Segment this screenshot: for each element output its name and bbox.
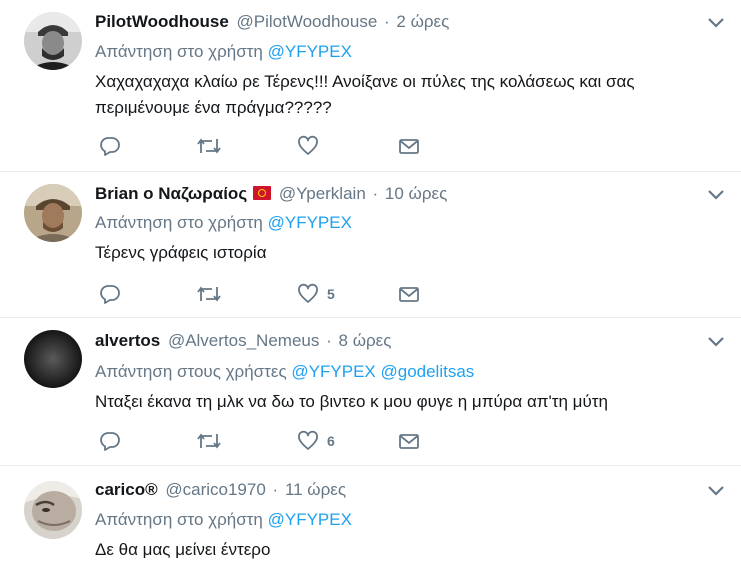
- chevron-down-icon[interactable]: [707, 17, 725, 29]
- reply-prefix: Απάντηση στους χρήστες: [95, 362, 287, 381]
- reply-icon: [100, 137, 120, 156]
- retweet-button[interactable]: [196, 429, 222, 453]
- tweet-header: PilotWoodhouse @PilotWoodhouse · 2 ώρες: [95, 12, 721, 32]
- tweet: alvertos @Alvertos_Nemeus · 8 ώρες Απάντ…: [0, 318, 741, 466]
- retweet-icon: [197, 138, 221, 154]
- direct-message-icon: [399, 434, 419, 449]
- retweet-icon: [197, 286, 221, 302]
- like-button[interactable]: 5: [297, 282, 335, 306]
- reply-icon: [100, 432, 120, 451]
- like-count: 6: [327, 433, 335, 449]
- separator-dot: ·: [326, 331, 332, 350]
- user-name[interactable]: carico®: [95, 480, 158, 499]
- tweet-text: Τέρενς γράφεις ιστορία: [95, 243, 267, 262]
- user-handle[interactable]: @Alvertos_Nemeus: [168, 331, 319, 350]
- reply-prefix: Απάντηση στο χρήστη: [95, 510, 263, 529]
- avatar[interactable]: [24, 330, 82, 388]
- like-button[interactable]: 6: [297, 429, 335, 453]
- direct-message-icon: [399, 287, 419, 302]
- retweet-button[interactable]: [196, 282, 222, 306]
- retweet-icon: [197, 433, 221, 449]
- retweet-button[interactable]: [196, 134, 222, 158]
- tweet-actions: [0, 134, 741, 158]
- tweet-text: Δε θα μας μείνει έντερο: [95, 540, 271, 559]
- timestamp[interactable]: 8 ώρες: [339, 331, 392, 350]
- timestamp[interactable]: 10 ώρες: [385, 184, 447, 203]
- like-icon: [298, 135, 318, 155]
- reply-context: Απάντηση στο χρήστη @YFYPEX: [95, 510, 721, 530]
- reply-context: Απάντηση στο χρήστη @YFYPEX: [95, 42, 721, 62]
- isle-of-man-flag-icon: [253, 186, 272, 200]
- reply-button[interactable]: [99, 429, 121, 453]
- tweet-actions: 5: [0, 282, 741, 306]
- direct-message-icon: [399, 139, 419, 154]
- mention-link[interactable]: @YFYPEX: [291, 362, 375, 381]
- tweet-header: alvertos @Alvertos_Nemeus · 8 ώρες: [95, 331, 721, 351]
- avatar[interactable]: [24, 481, 82, 539]
- reply-button[interactable]: [99, 282, 121, 306]
- chevron-down-icon[interactable]: [707, 336, 725, 348]
- mention-link[interactable]: @YFYPEX: [268, 213, 352, 232]
- like-button[interactable]: [297, 134, 327, 158]
- avatar[interactable]: [24, 184, 82, 242]
- reply-icon: [100, 285, 120, 304]
- tweet: PilotWoodhouse @PilotWoodhouse · 2 ώρες …: [0, 0, 741, 172]
- timestamp[interactable]: 11 ώρες: [285, 480, 346, 499]
- chevron-down-icon[interactable]: [707, 485, 725, 497]
- user-handle[interactable]: @PilotWoodhouse: [237, 12, 378, 31]
- chevron-down-icon[interactable]: [707, 189, 725, 201]
- timestamp[interactable]: 2 ώρες: [396, 12, 449, 31]
- tweet: Brian o Ναζωραίος @Yperklain · 10 ώρες Α…: [0, 172, 741, 318]
- like-icon: [298, 430, 318, 450]
- mention-link[interactable]: @godelitsas: [380, 362, 474, 381]
- separator-dot: ·: [272, 480, 279, 499]
- tweet-header: carico® @carico1970 · 11 ώρες: [95, 480, 721, 500]
- tweet-header: Brian o Ναζωραίος @Yperklain · 10 ώρες: [95, 184, 721, 204]
- reply-prefix: Απάντηση στο χρήστη: [95, 213, 263, 232]
- user-handle[interactable]: @carico1970: [165, 480, 265, 499]
- separator-dot: ·: [384, 12, 390, 31]
- direct-message-button[interactable]: [398, 429, 420, 453]
- separator-dot: ·: [372, 184, 379, 203]
- like-icon: [298, 283, 318, 303]
- user-name[interactable]: Brian o Ναζωραίος: [95, 184, 247, 203]
- reply-prefix: Απάντηση στο χρήστη: [95, 42, 263, 61]
- user-name[interactable]: alvertos: [95, 331, 160, 350]
- reply-button[interactable]: [99, 134, 121, 158]
- user-handle[interactable]: @Yperklain: [279, 184, 366, 203]
- user-name[interactable]: PilotWoodhouse: [95, 12, 229, 31]
- tweet-actions: 6: [0, 429, 741, 453]
- direct-message-button[interactable]: [398, 282, 420, 306]
- mention-link[interactable]: @YFYPEX: [268, 42, 352, 61]
- avatar[interactable]: [24, 12, 82, 70]
- reply-context: Απάντηση στο χρήστη @YFYPEX: [95, 213, 721, 233]
- reply-context: Απάντηση στους χρήστες @YFYPEX @godelits…: [95, 362, 721, 382]
- tweet: carico® @carico1970 · 11 ώρες Απάντηση σ…: [0, 466, 741, 575]
- direct-message-button[interactable]: [398, 134, 420, 158]
- tweet-text: Νταξει έκανα τη μλκ να δω το βιντεο κ μο…: [95, 392, 608, 411]
- like-count: 5: [327, 286, 335, 302]
- tweet-text: Χαχαχαχαχα κλαίω ρε Τέρενς!!! Ανοίξανε ο…: [95, 72, 635, 117]
- mention-link[interactable]: @YFYPEX: [268, 510, 352, 529]
